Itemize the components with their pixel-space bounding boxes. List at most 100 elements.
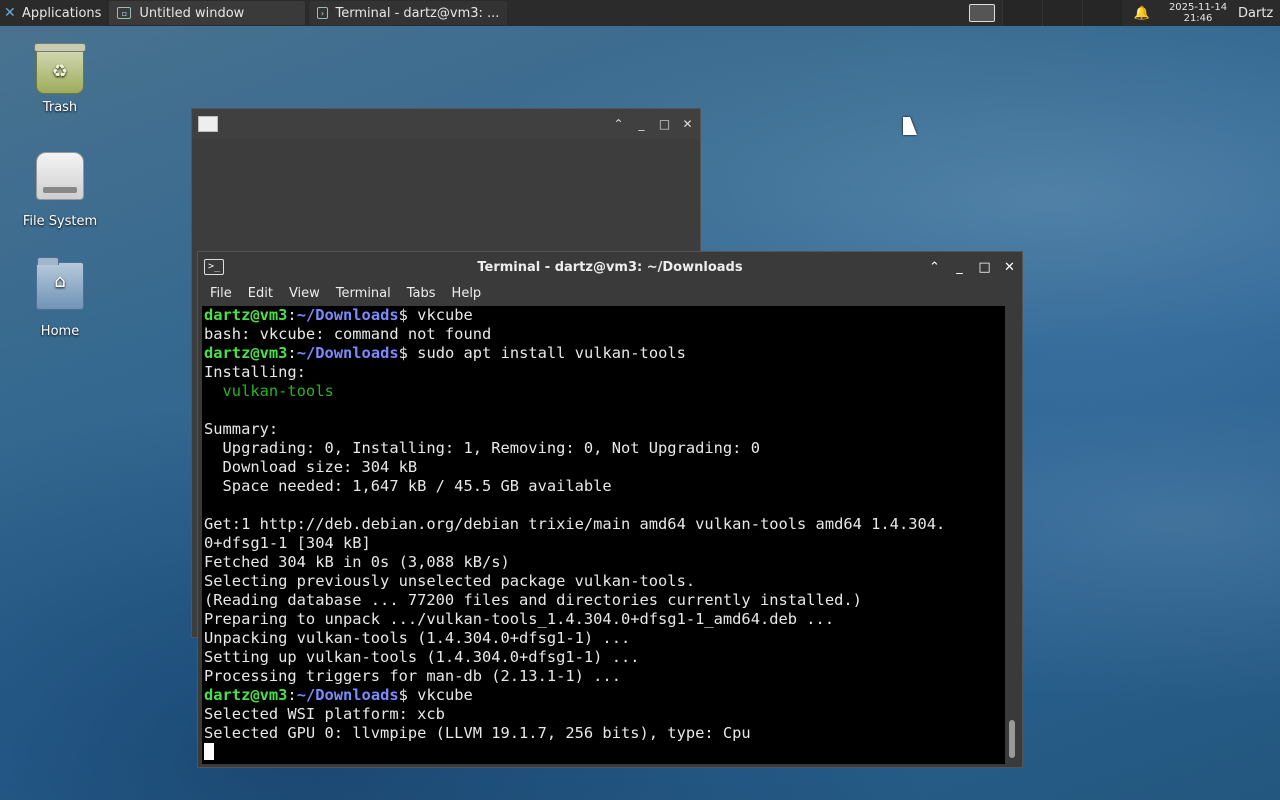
terminal-icon: › — [317, 7, 328, 19]
terminal-titlebar[interactable]: >_ Terminal - dartz@vm3: ~/Downloads ⌃ _… — [198, 252, 1022, 282]
terminal-line: Installing: — [204, 363, 1005, 382]
prompt-user: dartz@vm3 — [204, 344, 288, 362]
bell-icon[interactable]: 🔔 — [1122, 6, 1162, 21]
terminal-window[interactable]: >_ Terminal - dartz@vm3: ~/Downloads ⌃ _… — [197, 251, 1023, 768]
terminal-line: bash: vkcube: command not found — [204, 325, 1005, 344]
desktop-icon-file-system[interactable]: File System — [10, 152, 110, 229]
taskbar-item-terminal[interactable]: › Terminal - dartz@vm3: ... — [309, 1, 508, 25]
terminal-line: Fetched 304 kB in 0s (3,088 kB/s) — [204, 553, 1005, 572]
terminal-line: Download size: 304 kB — [204, 458, 1005, 477]
workspace-1[interactable] — [1002, 0, 1042, 26]
terminal-line: Space needed: 1,647 kB / 45.5 GB availab… — [204, 477, 1005, 496]
terminal-line-text: Preparing to unpack .../vulkan-tools_1.4… — [204, 610, 835, 628]
close-button[interactable]: ✕ — [1003, 260, 1016, 275]
terminal-line-text: Space needed: 1,647 kB / 45.5 GB availab… — [204, 477, 612, 495]
terminal-line-text: vulkan-tools — [204, 382, 334, 400]
file-manager-launcher[interactable] — [962, 0, 1002, 26]
taskbar-item-label: Untitled window — [139, 5, 245, 21]
scrollbar-thumb[interactable] — [1009, 720, 1015, 758]
terminal-output[interactable]: dartz@vm3:~/Downloads$ vkcube bash: vkcub… — [202, 306, 1005, 764]
maximize-button[interactable]: □ — [978, 260, 991, 275]
minimize-button[interactable]: _ — [953, 260, 966, 275]
drive-icon — [36, 152, 84, 200]
menu-edit[interactable]: Edit — [240, 286, 281, 301]
clock[interactable]: 2025-11-14 21:46 — [1162, 2, 1234, 24]
desktop-icon-home[interactable]: ⌂ Home — [10, 257, 110, 339]
taskbar-item-untitled-window[interactable]: ▫ Untitled window — [109, 1, 306, 25]
mouse-pointer-icon — [903, 117, 917, 135]
terminal-line: Preparing to unpack .../vulkan-tools_1.4… — [204, 610, 1005, 629]
workspace-3[interactable] — [1082, 0, 1122, 26]
terminal-line: Unpacking vulkan-tools (1.4.304.0+dfsg1-… — [204, 629, 1005, 648]
terminal-line-text: Installing: — [204, 363, 306, 381]
prompt-path: ~/Downloads — [296, 344, 399, 362]
terminal-line-text: Upgrading: 0, Installing: 1, Removing: 0… — [204, 439, 760, 457]
file-manager-icon — [969, 4, 995, 22]
terminal-line-text: bash: vkcube: command not found — [204, 325, 492, 343]
terminal-line: Selected WSI platform: xcb — [204, 705, 1005, 724]
home-folder-icon: ⌂ — [36, 257, 84, 310]
menu-tabs[interactable]: Tabs — [399, 286, 444, 301]
terminal-line-text: Processing triggers for man-db (2.13.1-1… — [204, 667, 621, 685]
terminal-line-text: Selected WSI platform: xcb — [204, 705, 445, 723]
terminal-line: dartz@vm3:~/Downloads$ vkcube — [204, 686, 1005, 705]
terminal-line-text: Get:1 http://deb.debian.org/debian trixi… — [204, 515, 946, 533]
applications-label: Applications — [22, 5, 102, 21]
shade-button[interactable]: ⌃ — [928, 260, 941, 275]
terminal-line: Processing triggers for man-db (2.13.1-1… — [204, 667, 1005, 686]
menu-file[interactable]: File — [202, 286, 240, 301]
prompt-dollar: $ — [398, 306, 408, 324]
desktop-icon-label: Home — [40, 324, 80, 339]
terminal-cursor — [204, 743, 214, 760]
terminal-line-text: Download size: 304 kB — [204, 458, 418, 476]
maximize-button[interactable]: □ — [658, 117, 671, 131]
close-button[interactable]: ✕ — [681, 117, 694, 131]
prompt-command: vkcube — [407, 306, 473, 324]
workspace-2[interactable] — [1042, 0, 1082, 26]
user-menu[interactable]: Dartz — [1234, 6, 1280, 21]
terminal-line: dartz@vm3:~/Downloads$ vkcube — [204, 306, 1005, 325]
xfce-logo-icon: ✕ — [4, 5, 16, 21]
top-panel: ✕ Applications ▫ Untitled window › Termi… — [0, 0, 1280, 26]
terminal-line: Summary: — [204, 420, 1005, 439]
terminal-line: 0+dfsg1-1 [304 kB] — [204, 534, 1005, 553]
minimize-button[interactable]: _ — [635, 117, 648, 131]
terminal-line-text: 0+dfsg1-1 [304 kB] — [204, 534, 371, 552]
prompt-separator: : — [287, 344, 297, 362]
clock-time: 21:46 — [1183, 13, 1213, 24]
prompt-path: ~/Downloads — [296, 306, 399, 324]
prompt-user: dartz@vm3 — [204, 306, 288, 324]
menu-view[interactable]: View — [281, 286, 328, 301]
clock-date: 2025-11-14 — [1168, 2, 1228, 13]
applications-menu-button[interactable]: ✕ Applications — [0, 0, 105, 26]
shade-button[interactable]: ⌃ — [612, 117, 625, 131]
prompt-dollar: $ — [398, 344, 408, 362]
desktop-icon-label: Trash — [42, 100, 78, 115]
desktop-icon-label: File System — [22, 214, 98, 229]
terminal-line: Upgrading: 0, Installing: 1, Removing: 0… — [204, 439, 1005, 458]
prompt-command: vkcube — [407, 686, 473, 704]
window-title: Terminal - dartz@vm3: ~/Downloads — [477, 259, 743, 275]
prompt-path: ~/Downloads — [296, 686, 399, 704]
terminal-line-text: (Reading database ... 77200 files and di… — [204, 591, 862, 609]
terminal-icon: >_ — [204, 259, 224, 275]
terminal-line-text: Selected GPU 0: llvmpipe (LLVM 19.1.7, 2… — [204, 724, 751, 742]
terminal-line: dartz@vm3:~/Downloads$ sudo apt install … — [204, 344, 1005, 363]
prompt-user: dartz@vm3 — [204, 686, 288, 704]
terminal-line-text: Fetched 304 kB in 0s (3,088 kB/s) — [204, 553, 510, 571]
desktop-icon-trash[interactable]: ♻ Trash — [10, 43, 110, 115]
window-titlebar[interactable]: ⌃ _ □ ✕ — [192, 109, 700, 139]
menu-help[interactable]: Help — [444, 286, 490, 301]
prompt-separator: : — [287, 306, 297, 324]
window-icon: ▫ — [117, 7, 132, 19]
window-icon — [198, 116, 218, 132]
prompt-command: sudo apt install vulkan-tools — [407, 344, 686, 362]
menu-terminal[interactable]: Terminal — [328, 286, 399, 301]
terminal-line-text: Selecting previously unselected package … — [204, 572, 696, 590]
terminal-line-text: Unpacking vulkan-tools (1.4.304.0+dfsg1-… — [204, 629, 631, 647]
terminal-menubar: File Edit View Terminal Tabs Help — [198, 282, 1022, 304]
terminal-line-text: Summary: — [204, 420, 279, 438]
terminal-scrollbar[interactable] — [1006, 306, 1018, 764]
